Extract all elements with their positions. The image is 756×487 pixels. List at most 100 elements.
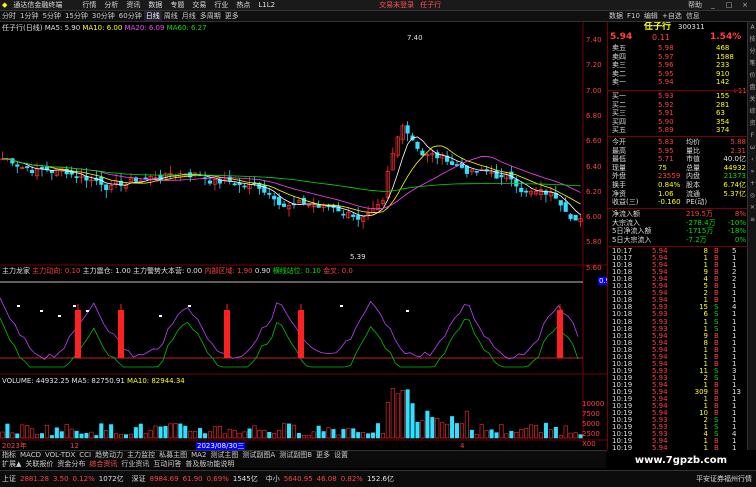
period-tab-10[interactable]: 更多 bbox=[223, 11, 241, 21]
bid-row-1[interactable]: 买二 5.92 281 bbox=[608, 101, 747, 110]
index-name-1[interactable]: 深证 bbox=[132, 474, 146, 484]
indicator-tab-11[interactable]: 更多 bbox=[314, 451, 332, 459]
kline-chart[interactable] bbox=[0, 22, 607, 450]
indicator-tab-10[interactable]: 测试副图B bbox=[277, 451, 314, 459]
menu-item-3[interactable]: 数据 bbox=[148, 0, 162, 10]
indicator-tab-2[interactable]: VOL-TDX bbox=[43, 451, 77, 459]
menu-item-4[interactable]: 专题 bbox=[170, 0, 184, 10]
candle-body bbox=[30, 169, 35, 174]
right-tool-4[interactable]: 信息 bbox=[684, 11, 702, 21]
price-tick-3: 6.80 bbox=[586, 111, 602, 120]
indicator-tab-12[interactable]: 设置 bbox=[332, 451, 350, 459]
period-tab-6[interactable]: 日线 bbox=[143, 11, 162, 21]
sidebar-button-6[interactable]: 关 bbox=[748, 94, 756, 106]
period-tab-5[interactable]: 60分钟 bbox=[117, 11, 144, 21]
trading-app: { "app":{"title":"通达信金融终端","notice":"交易未… bbox=[0, 0, 756, 487]
ask-row-1[interactable]: 卖四 5.97 1588 bbox=[608, 53, 747, 62]
stat-label-b: 流通 bbox=[686, 189, 700, 198]
stat-value-a: -0.160 bbox=[658, 198, 681, 207]
bid-row-2[interactable]: 买三 5.91 63 bbox=[608, 109, 747, 118]
ext-tab-0[interactable]: 扩展▲ bbox=[0, 460, 23, 468]
period-tab-9[interactable]: 多周期 bbox=[198, 11, 223, 21]
menu-item-0[interactable]: 行情 bbox=[82, 0, 96, 10]
sidebar-button-1[interactable]: 技 bbox=[748, 34, 756, 46]
login-notice[interactable]: 交易未登录 bbox=[379, 0, 414, 10]
ask-row-3[interactable]: 卖二 5.95 910 bbox=[608, 70, 747, 79]
ask-row-4[interactable]: 卖一 5.94 142 bbox=[608, 78, 747, 87]
ext-tab-5[interactable]: 互动问答 bbox=[151, 460, 183, 468]
ext-tab-4[interactable]: 行业资讯 bbox=[119, 460, 151, 468]
bid-price: 5.93 bbox=[658, 92, 674, 100]
stat-value-a: 5.71 bbox=[658, 155, 674, 164]
maximize-icon[interactable]: □ bbox=[724, 0, 734, 10]
volume-bar bbox=[415, 421, 420, 439]
menu-item-6[interactable]: 行业 bbox=[214, 0, 228, 10]
sidebar-button-2[interactable]: 分 bbox=[748, 46, 756, 58]
menu-item-8[interactable]: L1L2 bbox=[258, 0, 275, 10]
right-tool-3[interactable]: +自选 bbox=[660, 11, 684, 21]
ind-d: 内部区域: 1.90 bbox=[204, 267, 253, 275]
period-tab-7[interactable]: 周线 bbox=[162, 11, 180, 21]
sidebar-button-11[interactable]: ‹ bbox=[748, 154, 756, 166]
sidebar-button-10[interactable]: ω bbox=[748, 142, 756, 154]
close-icon[interactable]: × bbox=[740, 0, 750, 10]
ext-tab-1[interactable]: 关联报价 bbox=[23, 460, 55, 468]
menu-item-7[interactable]: 热点 bbox=[236, 0, 250, 10]
menu-item-1[interactable]: 分析 bbox=[104, 0, 118, 10]
vol-tick-4: X00 bbox=[582, 440, 596, 448]
sidebar-button-16[interactable]: ≡ bbox=[748, 214, 756, 226]
indicator-tab-6[interactable]: 私募主图 bbox=[157, 451, 189, 459]
period-tab-2[interactable]: 5分钟 bbox=[40, 11, 62, 21]
ext-tab-2[interactable]: 资金分布 bbox=[55, 460, 87, 468]
index-name-2[interactable]: 中小 bbox=[266, 474, 280, 484]
sidebar-button-0[interactable]: A bbox=[748, 22, 756, 34]
menu-item-2[interactable]: 资讯 bbox=[126, 0, 140, 10]
sidebar-button-13[interactable]: + bbox=[748, 178, 756, 190]
period-tab-8[interactable]: 月线 bbox=[180, 11, 198, 21]
ask-row-2[interactable]: 卖三 5.96 233 bbox=[608, 61, 747, 70]
ask-row-0[interactable]: 卖五 5.98 468 bbox=[608, 44, 747, 53]
indicator-tab-8[interactable]: 测试主图 bbox=[208, 451, 240, 459]
right-tool-2[interactable]: 编辑 bbox=[642, 11, 660, 21]
indicator-tab-0[interactable]: 指标 bbox=[0, 451, 18, 459]
ext-tab-6[interactable]: 普及版功能说明 bbox=[183, 460, 236, 468]
sidebar-button-5[interactable]: 盘 bbox=[748, 82, 756, 94]
indicator-tab-1[interactable]: MACD bbox=[18, 451, 43, 459]
right-tool-1[interactable]: F10 bbox=[625, 11, 642, 21]
volume-bar bbox=[385, 402, 390, 439]
period-tab-4[interactable]: 30分钟 bbox=[90, 11, 117, 21]
indicator-dot bbox=[40, 310, 43, 312]
sidebar-button-12[interactable]: » bbox=[748, 166, 756, 178]
bid-row-0[interactable]: 买一 5.93 155 bbox=[608, 92, 747, 101]
sidebar-button-7[interactable]: 综 bbox=[748, 106, 756, 118]
indicator-tab-5[interactable]: 主力监控 bbox=[125, 451, 157, 459]
volume-bar bbox=[272, 433, 277, 439]
ext-tab-3[interactable]: 综合资讯 bbox=[87, 460, 119, 468]
candle-body bbox=[573, 215, 578, 221]
indicator-tab-4[interactable]: 趋势动力 bbox=[93, 451, 125, 459]
sidebar-button-9[interactable]: F bbox=[748, 130, 756, 142]
indicator-tab-3[interactable]: CCI bbox=[77, 451, 93, 459]
sidebar-button-15[interactable]: ✕ bbox=[748, 202, 756, 214]
chart-area[interactable]: 任子行(日线) MA5: 5.90 MA10: 6.00 MA20: 6.09 … bbox=[0, 22, 607, 450]
menu-item-5[interactable]: 交易 bbox=[192, 0, 206, 10]
bid-row-3[interactable]: 买四 5.90 354 bbox=[608, 118, 747, 127]
sidebar-button-8[interactable]: 资 bbox=[748, 118, 756, 130]
bid-row-4[interactable]: 买五 5.89 374 bbox=[608, 126, 747, 135]
minimize-icon[interactable]: _ bbox=[708, 0, 718, 10]
stock-link[interactable]: 任子行 bbox=[420, 0, 441, 10]
indicator-tab-7[interactable]: MA2 bbox=[189, 451, 208, 459]
sidebar-button-14[interactable]: ◎ bbox=[748, 190, 756, 202]
sidebar-button-4[interactable]: 价 bbox=[748, 70, 756, 82]
period-tab-1[interactable]: 1分钟 bbox=[18, 11, 40, 21]
indicator-tab-9[interactable]: 测试副图A bbox=[240, 451, 277, 459]
period-tab-3[interactable]: 15分钟 bbox=[63, 11, 90, 21]
help-button[interactable]: 帮助 bbox=[688, 0, 702, 10]
connection-status[interactable]: 平安证券福州行情 bbox=[696, 474, 752, 484]
right-tool-0[interactable]: 数据 bbox=[607, 11, 625, 21]
period-tab-0[interactable]: 分时 bbox=[0, 11, 18, 21]
volume-bar bbox=[361, 431, 366, 439]
sidebar-button-3[interactable]: 笔 bbox=[748, 58, 756, 70]
index-name-0[interactable]: 上证 bbox=[2, 474, 16, 484]
candle-body bbox=[232, 183, 237, 186]
